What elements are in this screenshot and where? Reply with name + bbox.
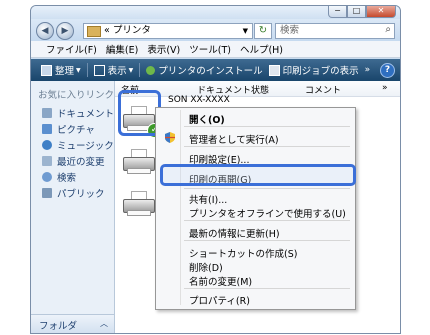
pictures-icon xyxy=(42,124,52,134)
back-button[interactable]: ◀ xyxy=(36,22,54,40)
title-bar: − □ ✕ xyxy=(31,6,400,19)
nav-item-public[interactable]: パブリック xyxy=(42,186,105,200)
printer-icon xyxy=(268,64,280,76)
nav-item-label: 最近の変更 xyxy=(57,157,105,168)
organize-icon xyxy=(41,64,52,76)
menu-separator xyxy=(184,288,350,289)
minimize-button[interactable]: − xyxy=(328,6,347,18)
recent-icon xyxy=(42,156,52,166)
music-icon xyxy=(42,140,52,150)
menu-item-delete[interactable]: 削除(D) xyxy=(189,260,223,274)
view-label: 表示 xyxy=(107,66,127,77)
toolbar-more-button[interactable]: » xyxy=(365,65,371,75)
menu-item-sharing[interactable]: 共有(I)... xyxy=(189,192,227,206)
print-jobs-label: 印刷ジョブの表示 xyxy=(282,66,359,77)
organize-label: 整理 xyxy=(55,66,75,77)
install-printer-label: プリンタのインストール xyxy=(158,66,263,77)
nav-item-label: ピクチャ xyxy=(57,125,95,136)
view-button[interactable]: 表示 ▼ xyxy=(93,63,134,77)
chevron-down-icon: ▼ xyxy=(128,66,134,74)
nav-item-search[interactable]: 検索 xyxy=(42,170,76,184)
menu-item-use-offline[interactable]: プリンタをオフラインで使用する(U) xyxy=(189,206,346,220)
close-button[interactable]: ✕ xyxy=(366,6,396,18)
menu-separator xyxy=(184,126,350,127)
search-icon[interactable]: ⌕ xyxy=(385,23,391,37)
nav-item-music[interactable]: ミュージック xyxy=(42,138,114,152)
navigation-pane: お気に入りリンク ドキュメント ピクチャ ミュージック 最近の変更 検索 パブリ… xyxy=(31,81,115,333)
nav-item-label: ドキュメント xyxy=(57,109,115,120)
address-bar[interactable]: « プリンタ ▼ xyxy=(83,23,253,39)
nav-item-pictures[interactable]: ピクチャ xyxy=(42,122,95,136)
printer-icon xyxy=(123,191,155,216)
command-bar: 整理 ▼ 表示 ▼ プリンタのインストール 印刷ジョブの表示 » ? xyxy=(31,59,400,81)
context-menu: 開く(O) 管理者として実行(A) 印刷設定(E)... 印刷の再開(G) 共有… xyxy=(155,107,356,310)
nav-item-label: ミュージック xyxy=(57,141,114,152)
nav-item-recent[interactable]: 最近の変更 xyxy=(42,154,105,168)
menu-separator xyxy=(184,240,350,241)
address-row: ◀ ▶ « プリンタ ▼ ↻ 検索 ⌕ xyxy=(31,19,400,41)
printer-icon xyxy=(123,149,155,174)
toolbar-separator xyxy=(139,63,141,77)
menu-gutter xyxy=(180,110,181,305)
folders-toggle[interactable]: フォルダ ︿ xyxy=(31,314,114,333)
shield-icon xyxy=(165,132,175,143)
menu-item-run-as-admin[interactable]: 管理者として実行(A) xyxy=(189,132,279,146)
nav-item-label: 検索 xyxy=(57,173,77,184)
column-more[interactable]: » xyxy=(382,83,388,93)
install-printer-button[interactable]: プリンタのインストール xyxy=(146,63,263,77)
menu-view[interactable]: 表示(V) xyxy=(147,42,180,56)
view-icon xyxy=(93,64,105,76)
menu-separator xyxy=(184,220,350,221)
refresh-button[interactable]: ↻ xyxy=(254,23,272,39)
column-comment[interactable]: コメント xyxy=(305,83,341,96)
chevron-down-icon[interactable]: ▼ xyxy=(243,24,248,38)
folders-label: フォルダ xyxy=(39,321,78,332)
resume-printing-highlight xyxy=(160,164,356,186)
search-folder-icon xyxy=(42,172,52,182)
organize-button[interactable]: 整理 ▼ xyxy=(41,63,81,77)
documents-icon xyxy=(42,108,52,118)
menu-item-open[interactable]: 開く(O) xyxy=(189,112,225,126)
column-status[interactable]: 状態 xyxy=(251,83,269,96)
menu-item-rename[interactable]: 名前の変更(M) xyxy=(189,274,252,288)
nav-item-documents[interactable]: ドキュメント xyxy=(42,106,114,120)
address-text: « プリンタ xyxy=(104,25,151,36)
chevron-up-icon: ︿ xyxy=(100,319,108,328)
forward-button[interactable]: ▶ xyxy=(56,22,74,40)
help-icon[interactable]: ? xyxy=(380,63,395,78)
maximize-button[interactable]: □ xyxy=(347,6,366,18)
menu-item-properties[interactable]: プロパティ(R) xyxy=(189,293,250,307)
nav-item-label: パブリック xyxy=(57,189,105,200)
menu-file[interactable]: ファイル(F) xyxy=(46,42,97,56)
menu-separator xyxy=(184,188,350,189)
print-jobs-button[interactable]: 印刷ジョブの表示 xyxy=(268,63,359,77)
menu-edit[interactable]: 編集(E) xyxy=(106,42,138,56)
printer-name: SON XX-XXXX xyxy=(168,95,230,105)
favorites-heading: お気に入りリンク xyxy=(38,90,115,101)
menu-item-create-shortcut[interactable]: ショートカットの作成(S) xyxy=(189,246,297,260)
menu-separator xyxy=(184,146,350,147)
chevron-down-icon: ▼ xyxy=(76,66,81,74)
search-placeholder: 検索 xyxy=(280,25,300,36)
install-printer-icon xyxy=(146,65,156,75)
menu-help[interactable]: ヘルプ(H) xyxy=(240,42,283,56)
menu-item-refresh[interactable]: 最新の情報に更新(H) xyxy=(189,226,280,240)
toolbar-separator xyxy=(86,63,88,77)
search-input[interactable]: 検索 ⌕ xyxy=(275,23,395,39)
public-icon xyxy=(42,188,52,198)
caption-buttons: − □ ✕ xyxy=(328,6,396,18)
menu-bar: ファイル(F) 編集(E) 表示(V) ツール(T) ヘルプ(H) xyxy=(31,41,400,58)
menu-tools[interactable]: ツール(T) xyxy=(189,42,231,56)
printer-folder-icon xyxy=(87,26,101,37)
